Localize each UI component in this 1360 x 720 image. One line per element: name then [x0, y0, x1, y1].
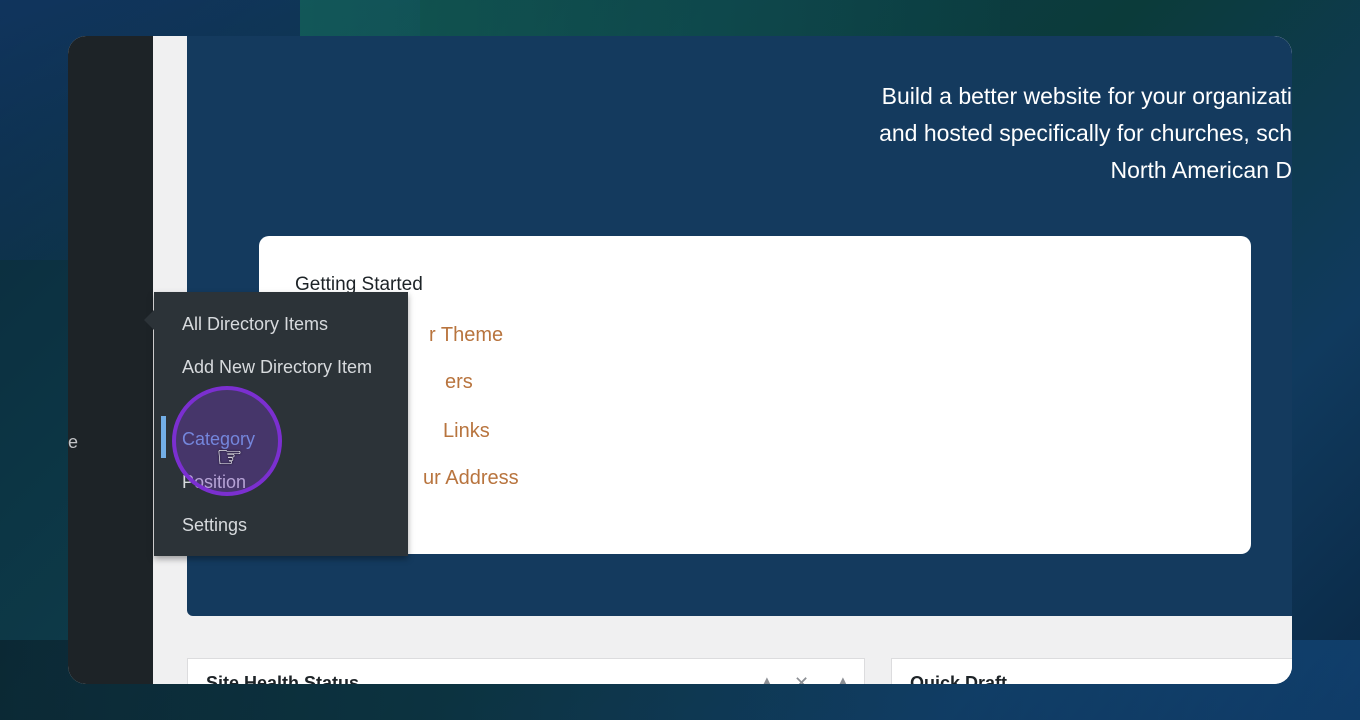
close-icon[interactable]: ✕ — [794, 673, 809, 684]
widget-title: Site Health Status — [206, 673, 360, 684]
site-health-widget: Site Health Status ▲ ✕ ▲ — [187, 658, 865, 684]
getting-started-link[interactable]: ur Address — [423, 467, 519, 490]
welcome-line: and hosted specifically for churches, sc… — [879, 120, 1292, 146]
welcome-line: Build a better website for your organiza… — [881, 83, 1292, 109]
admin-sidebar: e — [68, 36, 153, 684]
chevron-up-icon[interactable]: ▲ — [760, 673, 774, 684]
current-item-indicator — [161, 416, 166, 458]
sidebar-item-label[interactable]: e — [68, 432, 78, 453]
pointer-hand-icon: ☞ — [216, 440, 243, 475]
welcome-text: Build a better website for your organiza… — [692, 78, 1292, 189]
getting-started-link[interactable]: Links — [443, 420, 490, 443]
chevron-up-icon[interactable]: ▲ — [836, 673, 850, 684]
welcome-line: North American D — [1110, 157, 1292, 183]
getting-started-link[interactable]: r Theme — [429, 324, 503, 347]
submenu-item-add-new-directory-item[interactable]: Add New Directory Item — [182, 353, 392, 381]
getting-started-link[interactable]: ers — [445, 371, 473, 394]
quick-draft-widget: Quick Draft — [891, 658, 1292, 684]
submenu-item-all-directory-items[interactable]: All Directory Items — [182, 310, 392, 338]
widget-title: Quick Draft — [910, 673, 1008, 684]
submenu-item-settings[interactable]: Settings — [182, 511, 392, 539]
submenu-arrow — [144, 310, 154, 330]
